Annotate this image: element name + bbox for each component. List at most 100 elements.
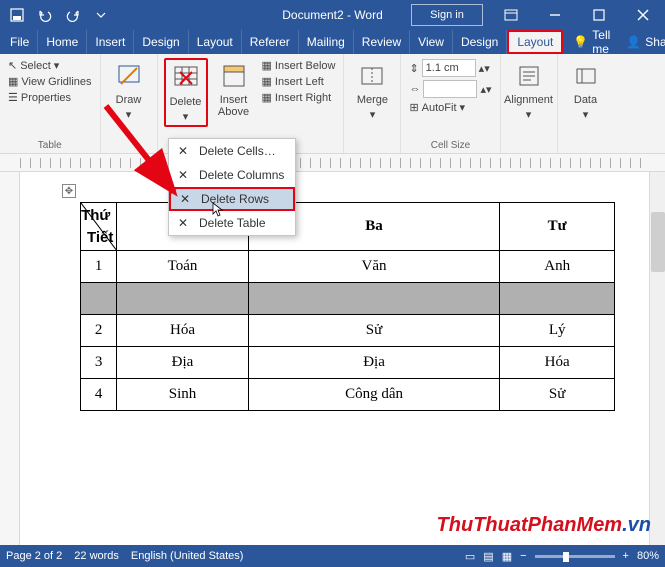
table-cell[interactable] <box>117 283 248 315</box>
table-move-handle[interactable]: ✥ <box>62 184 76 198</box>
table-row[interactable]: 4 Sinh Công dân Sử <box>81 379 615 411</box>
tab-tabletools-layout[interactable]: Layout <box>507 30 563 54</box>
document-table[interactable]: Thứ Tiết Hai Ba Tư 1 Toán Văn Anh <box>80 202 615 411</box>
draw-icon <box>113 60 145 92</box>
document-page[interactable]: ✥ Thứ Tiết Hai Ba Tư 1 Toán Văn Anh <box>20 172 665 545</box>
table-cell[interactable]: Lý <box>500 315 615 347</box>
table-cell[interactable]: Sinh <box>117 379 248 411</box>
table-cell[interactable] <box>500 283 615 315</box>
save-button[interactable] <box>4 2 30 28</box>
col-width-input[interactable]: ⇔▴▾ <box>407 79 493 99</box>
header-diagonal-cell[interactable]: Thứ Tiết <box>81 203 117 251</box>
group-merge: Merge▾ <box>344 54 401 153</box>
scrollbar-thumb[interactable] <box>651 212 665 272</box>
cursor-icon: ↖ <box>8 59 17 72</box>
merge-button[interactable]: Merge▾ <box>350 58 394 121</box>
window-buttons: Sign in <box>411 0 665 30</box>
table-cell[interactable]: 4 <box>81 379 117 411</box>
qat-dropdown[interactable] <box>88 2 114 28</box>
tab-design[interactable]: Design <box>134 30 188 54</box>
view-web-layout[interactable]: ▦ <box>502 550 512 563</box>
table-cell[interactable]: Văn <box>248 251 500 283</box>
chevron-down-icon: ▾ <box>54 59 60 72</box>
view-print-layout[interactable]: ▤ <box>483 550 493 563</box>
status-words[interactable]: 22 words <box>74 550 119 562</box>
close-button[interactable] <box>621 0 665 30</box>
vertical-scrollbar[interactable] <box>649 172 665 545</box>
table-cell[interactable]: 2 <box>81 315 117 347</box>
insert-above-button[interactable]: Insert Above <box>212 58 256 118</box>
table-cell[interactable] <box>248 283 500 315</box>
delete-menu: ✕Delete Cells… ✕Delete Columns ✕Delete R… <box>168 138 296 236</box>
zoom-out-button[interactable]: − <box>520 550 526 562</box>
status-language[interactable]: English (United States) <box>131 550 244 562</box>
table-cell[interactable]: Địa <box>117 347 248 379</box>
zoom-in-button[interactable]: + <box>623 550 629 562</box>
spinner-icon[interactable]: ▴▾ <box>480 83 491 96</box>
group-label-cellsize: Cell Size <box>407 138 493 151</box>
table-row[interactable]: 3 Địa Địa Hóa <box>81 347 615 379</box>
horizontal-ruler[interactable] <box>0 154 665 172</box>
properties-button[interactable]: ☰Properties <box>6 90 94 105</box>
table-row[interactable]: 2 Hóa Sử Lý <box>81 315 615 347</box>
table-cell[interactable]: Toán <box>117 251 248 283</box>
tab-mailings[interactable]: Mailing <box>299 30 354 54</box>
undo-button[interactable] <box>32 2 58 28</box>
menu-delete-cells[interactable]: ✕Delete Cells… <box>169 139 295 163</box>
table-cell[interactable]: 3 <box>81 347 117 379</box>
share-button[interactable]: 👤Share <box>618 30 665 54</box>
redo-button[interactable] <box>60 2 86 28</box>
watermark: ThuThuatPhanMem.vn <box>437 514 651 537</box>
tab-layout[interactable]: Layout <box>189 30 242 54</box>
tab-view[interactable]: View <box>410 30 453 54</box>
menu-delete-rows[interactable]: ✕Delete Rows <box>169 187 295 211</box>
maximize-button[interactable] <box>577 0 621 30</box>
insert-right-button[interactable]: ▦Insert Right <box>260 90 338 105</box>
table-cell[interactable]: 1 <box>81 251 117 283</box>
minimize-button[interactable] <box>533 0 577 30</box>
table-cell[interactable]: Sử <box>500 379 615 411</box>
table-cell[interactable]: Tư <box>500 203 615 251</box>
tab-home[interactable]: Home <box>38 30 87 54</box>
insert-below-icon: ▦ <box>262 59 272 72</box>
table-cell[interactable]: Địa <box>248 347 500 379</box>
menu-delete-columns[interactable]: ✕Delete Columns <box>169 163 295 187</box>
table-cell[interactable] <box>81 283 117 315</box>
tell-me[interactable]: 💡Tell me <box>563 30 618 54</box>
table-row[interactable]: 1 Toán Văn Anh <box>81 251 615 283</box>
autofit-button[interactable]: ⊞AutoFit ▾ <box>407 100 493 115</box>
insert-left-button[interactable]: ▦Insert Left <box>260 74 338 89</box>
delete-rows-icon: ✕ <box>177 191 193 207</box>
tab-file[interactable]: File <box>0 30 38 54</box>
table-cell[interactable]: Anh <box>500 251 615 283</box>
document-area: ✥ Thứ Tiết Hai Ba Tư 1 Toán Văn Anh <box>0 172 665 545</box>
tab-references[interactable]: Referer <box>242 30 299 54</box>
table-row[interactable]: Thứ Tiết Hai Ba Tư <box>81 203 615 251</box>
table-cell[interactable]: Hóa <box>117 315 248 347</box>
signin-button[interactable]: Sign in <box>411 4 483 26</box>
status-page[interactable]: Page 2 of 2 <box>6 550 62 562</box>
tab-tabletools-design[interactable]: Design <box>453 30 507 54</box>
delete-button[interactable]: Delete▾ <box>164 58 208 127</box>
titlebar: Document2 - Word Sign in <box>0 0 665 30</box>
alignment-button[interactable]: Alignment▾ <box>507 58 551 121</box>
zoom-slider[interactable] <box>535 555 615 558</box>
select-button[interactable]: ↖Select ▾ <box>6 58 94 73</box>
zoom-level[interactable]: 80% <box>637 550 659 562</box>
ribbon-display-options[interactable] <box>489 0 533 30</box>
tab-review[interactable]: Review <box>354 30 410 54</box>
spinner-icon[interactable]: ▴▾ <box>479 62 490 75</box>
view-gridlines-button[interactable]: ▦View Gridlines <box>6 74 94 89</box>
table-cell[interactable]: Công dân <box>248 379 500 411</box>
vertical-ruler[interactable] <box>0 172 20 545</box>
menu-delete-table[interactable]: ✕Delete Table <box>169 211 295 235</box>
insert-below-button[interactable]: ▦Insert Below <box>260 58 338 73</box>
tab-insert[interactable]: Insert <box>87 30 134 54</box>
data-button[interactable]: Data▾ <box>564 58 608 121</box>
row-height-input[interactable]: ⇕1.1 cm▴▾ <box>407 58 493 78</box>
table-cell[interactable]: Hóa <box>500 347 615 379</box>
draw-button[interactable]: Draw▾ <box>107 58 151 121</box>
view-read-mode[interactable]: ▭ <box>465 550 475 563</box>
table-row-selected[interactable] <box>81 283 615 315</box>
table-cell[interactable]: Sử <box>248 315 500 347</box>
